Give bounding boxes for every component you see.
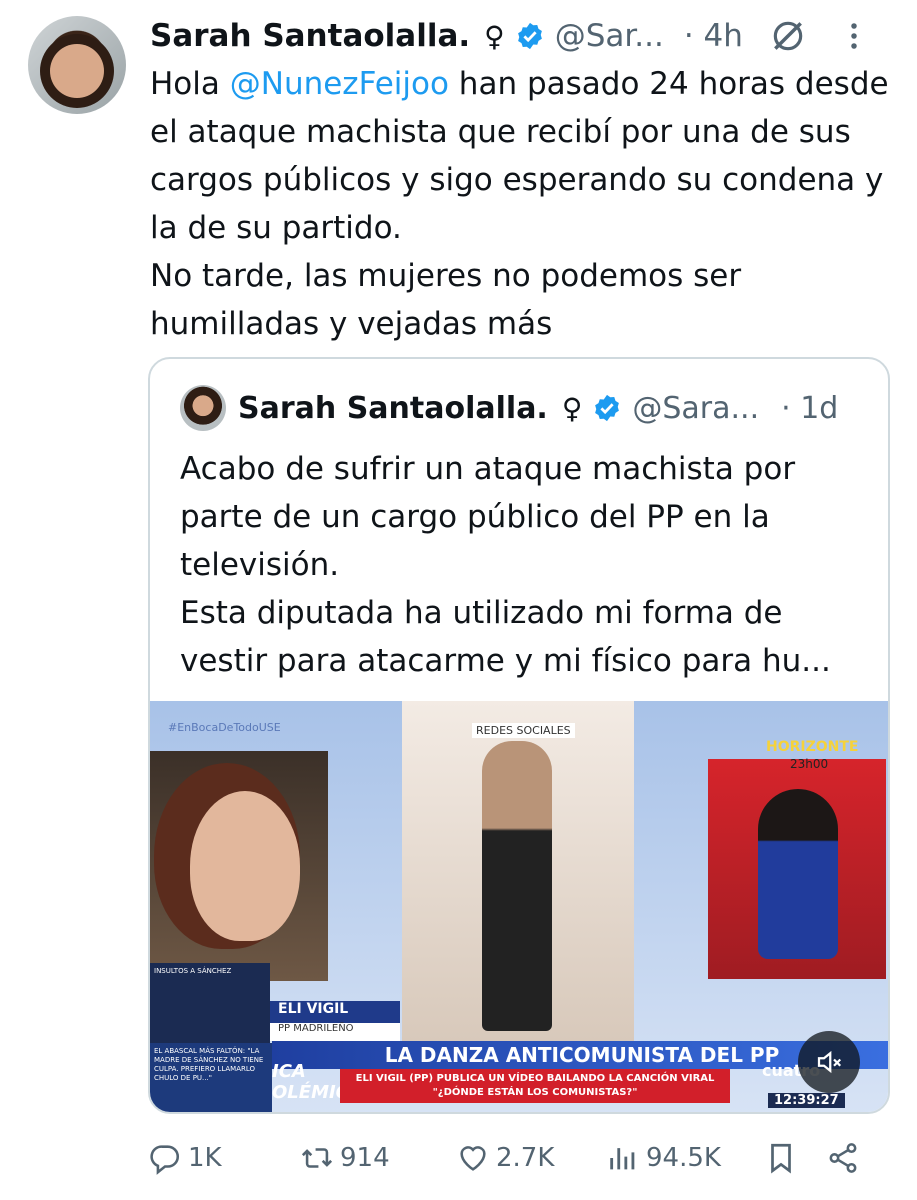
quoted-tweet-text: Acabo de sufrir un ataque machista por p… [180,445,870,685]
tweet-text-prefix: Hola [150,66,230,102]
speaker-figure [190,791,300,941]
quoted-author-handle: @Sara... [632,390,760,426]
reply-icon [150,1145,180,1175]
quoted-text-line2: Esta diputada ha utilizado mi forma de v… [180,595,831,679]
speaker-muted-icon [817,1050,842,1074]
views-count: 94.5K [646,1143,721,1173]
mini-caption-text: EL ABASCAL MÁS FALTÓN: "LA MADRE DE SÁNC… [154,1047,264,1082]
heart-icon [460,1146,486,1171]
tweet-time[interactable]: · 4h [684,18,743,54]
lower-third-name: ELI VIGIL [270,1001,400,1023]
more-options-icon[interactable] [849,21,859,51]
author-name[interactable]: Sarah Santaolalla. [150,18,470,54]
reply-count: 1K [188,1143,222,1173]
grok-icon[interactable] [769,17,807,55]
broadcast-clock: 12:39:27 [768,1093,845,1108]
hashtag-overlay: #EnBocaDeTodoUSE [168,721,281,734]
tweet-actions: 1K 914 2.7K 94.5K [148,1136,888,1180]
insultos-header: INSULTOS A SÁNCHEZ [154,967,232,975]
share-button[interactable] [826,1141,860,1175]
lower-third-party: PP MADRILEÑO [270,1023,400,1041]
side-label: ICA OLÉMIC [272,1061,349,1103]
tweet-header: Sarah Santaolalla. ♀ @Sar... · 4h [150,14,897,58]
show-time: 23h00 [790,757,829,771]
subheadline-bar: ELI VIGIL (PP) PUBLICA UN VÍDEO BAILANDO… [340,1069,730,1103]
author-handle[interactable]: @Sar... [555,18,664,54]
anchor-figure [758,789,838,959]
video-panel-center [402,701,634,1041]
views-icon [610,1148,635,1170]
verified-badge-icon [517,22,542,50]
author-avatar[interactable] [28,16,126,114]
retweet-button[interactable]: 914 [300,1141,456,1175]
quoted-tweet-time: · 1d [781,390,839,426]
retweet-count: 914 [340,1143,390,1173]
quoted-author-name: Sarah Santaolalla. [238,390,548,426]
retweet-icon [301,1148,333,1168]
share-icon [829,1143,857,1173]
video-panel-left [150,751,328,981]
quoted-verified-badge-icon [595,394,620,422]
quoted-tweet[interactable]: Sarah Santaolalla. ♀ @Sara... · 1d Acabo… [148,357,890,1114]
video-player[interactable]: #EnBocaDeTodoUSE REDES SOCIALES HORIZONT… [150,701,888,1112]
bookmark-button[interactable] [764,1141,826,1175]
mini-caption-box: EL ABASCAL MÁS FALTÓN: "LA MADRE DE SÁNC… [150,1043,272,1112]
quoted-author-avatar [180,385,226,431]
like-count: 2.7K [496,1143,555,1173]
redes-sociales-tag: REDES SOCIALES [472,723,575,738]
tweet-text-line2: No tarde, las mujeres no podemos ser hum… [150,258,742,342]
show-logo: HORIZONTE [766,739,859,755]
quoted-tweet-header: Sarah Santaolalla. ♀ @Sara... · 1d [238,387,838,429]
quoted-gender-symbol: ♀ [561,391,583,425]
like-button[interactable]: 2.7K [456,1141,606,1175]
video-panel-right [708,759,886,979]
reply-button[interactable]: 1K [148,1141,300,1175]
quoted-text-line1: Acabo de sufrir un ataque machista por p… [180,451,796,583]
views-button[interactable]: 94.5K [606,1141,764,1175]
mute-button[interactable] [798,1031,860,1093]
mention-link[interactable]: @NunezFeijoo [230,66,449,102]
dancer-figure [482,741,552,1031]
gender-symbol: ♀ [484,19,505,53]
tweet-text: Hola @NunezFeijoo han pasado 24 horas de… [150,60,890,348]
insultos-panel: INSULTOS A SÁNCHEZ [150,963,270,1043]
bookmark-icon [771,1143,791,1174]
